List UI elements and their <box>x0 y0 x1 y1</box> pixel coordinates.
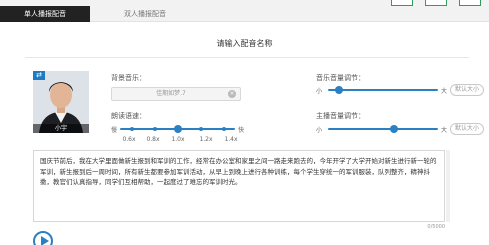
background-music-label: 背景音乐： <box>111 74 146 82</box>
music-volume-max-label: 大 <box>441 88 448 95</box>
top-action-button[interactable] <box>459 0 481 6</box>
speed-tick: 1.4x <box>224 136 238 143</box>
speed-slider-handle[interactable] <box>173 125 182 133</box>
switch-anchor-icon[interactable]: ⇄ <box>33 71 45 80</box>
voice-volume-track <box>328 128 438 130</box>
voice-volume-label: 主播音量调节： <box>316 112 365 120</box>
voice-volume-min-label: 小 <box>316 127 323 134</box>
play-icon[interactable] <box>33 231 53 245</box>
music-volume-reset-button[interactable]: 默认大小 <box>450 84 484 96</box>
speed-min-label: 慢 <box>111 127 118 134</box>
speed-tick: 0.6x <box>122 136 136 143</box>
anchor-name: 小宇 <box>33 124 89 133</box>
speed-stop <box>221 127 226 131</box>
speed-stop <box>152 127 157 131</box>
background-music-select[interactable]: 佳期如梦.7 × <box>111 87 241 101</box>
music-volume-min-label: 小 <box>316 88 323 95</box>
clear-icon[interactable]: × <box>228 90 236 98</box>
top-actions <box>391 0 481 6</box>
tab-dual-broadcast[interactable]: 双人播报配音 <box>100 6 190 22</box>
voice-volume-reset-button[interactable]: 默认大小 <box>450 123 484 135</box>
content-scrollbar[interactable] <box>446 150 450 222</box>
speed-label: 朗读语速： <box>111 112 146 120</box>
tab-single-broadcast[interactable]: 单人播报配音 <box>0 6 90 22</box>
speed-tick: 0.8x <box>146 136 160 143</box>
speed-tick: 1.0x <box>171 136 185 143</box>
anchor-avatar[interactable]: ⇄ 小宇 <box>33 71 89 133</box>
music-volume-slider[interactable] <box>328 86 438 94</box>
tab-bar: 单人播报配音 双人播报配音 <box>0 0 489 22</box>
speed-slider[interactable] <box>120 125 235 133</box>
dubbing-name-input[interactable]: 请输入配音名称 <box>0 38 489 49</box>
background-music-value: 佳期如梦.7 <box>156 90 186 97</box>
music-volume-label: 音乐音量调节： <box>316 74 365 82</box>
speed-stop <box>129 127 134 131</box>
top-action-button[interactable] <box>425 0 447 6</box>
speed-max-label: 快 <box>238 127 245 134</box>
speed-tick: 1.2x <box>199 136 213 143</box>
voice-volume-max-label: 大 <box>441 127 448 134</box>
voice-volume-handle[interactable] <box>390 125 398 133</box>
character-counter: 0/5000 <box>427 224 445 230</box>
music-volume-handle[interactable] <box>335 86 343 94</box>
music-volume-track <box>328 89 438 91</box>
top-action-button[interactable] <box>391 0 413 6</box>
title-divider <box>25 57 469 58</box>
content-textarea[interactable]: 国庆节前后，我在大学里面做新生报到和军训的工作，经常在办公室和家里之间一路走来跑… <box>33 150 445 222</box>
speed-stop <box>198 127 203 131</box>
voice-volume-slider[interactable] <box>328 125 438 133</box>
